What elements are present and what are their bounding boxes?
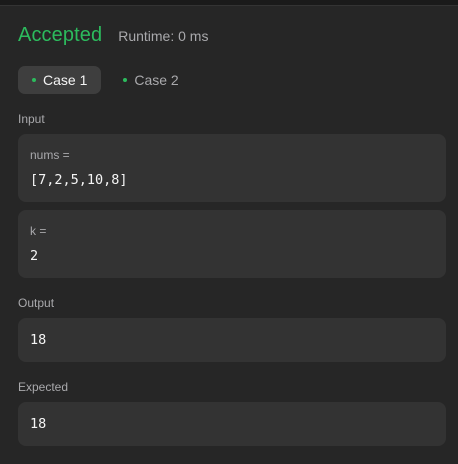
passed-dot-icon	[32, 78, 36, 82]
expected-value: 18	[30, 416, 47, 432]
tab-label: Case 2	[134, 72, 179, 88]
tab-case-1[interactable]: Case 1	[18, 66, 102, 94]
input-label: Input	[18, 112, 45, 126]
input-param-nums[interactable]: nums = [7,2,5,10,8]	[18, 134, 446, 202]
panel-top-strip	[0, 0, 458, 6]
output-label: Output	[18, 296, 55, 310]
expected-label: Expected	[18, 380, 69, 394]
expected-box[interactable]: 18	[18, 402, 446, 446]
param-name: nums =	[30, 148, 70, 162]
test-case-tabs: Case 1 Case 2	[18, 66, 193, 94]
passed-dot-icon	[123, 78, 128, 82]
tab-label: Case 1	[43, 72, 88, 88]
output-value: 18	[30, 332, 47, 348]
param-value: [7,2,5,10,8]	[30, 172, 128, 188]
status-label: Accepted	[18, 24, 103, 46]
param-name: k =	[30, 224, 47, 238]
runtime-label: Runtime: 0 ms	[118, 28, 209, 44]
input-param-k[interactable]: k = 2	[18, 210, 446, 278]
output-box[interactable]: 18	[18, 318, 446, 362]
result-header: Accepted Runtime: 0 ms	[18, 24, 208, 50]
param-value: 2	[30, 248, 39, 264]
tab-case-2[interactable]: Case 2	[109, 66, 192, 94]
